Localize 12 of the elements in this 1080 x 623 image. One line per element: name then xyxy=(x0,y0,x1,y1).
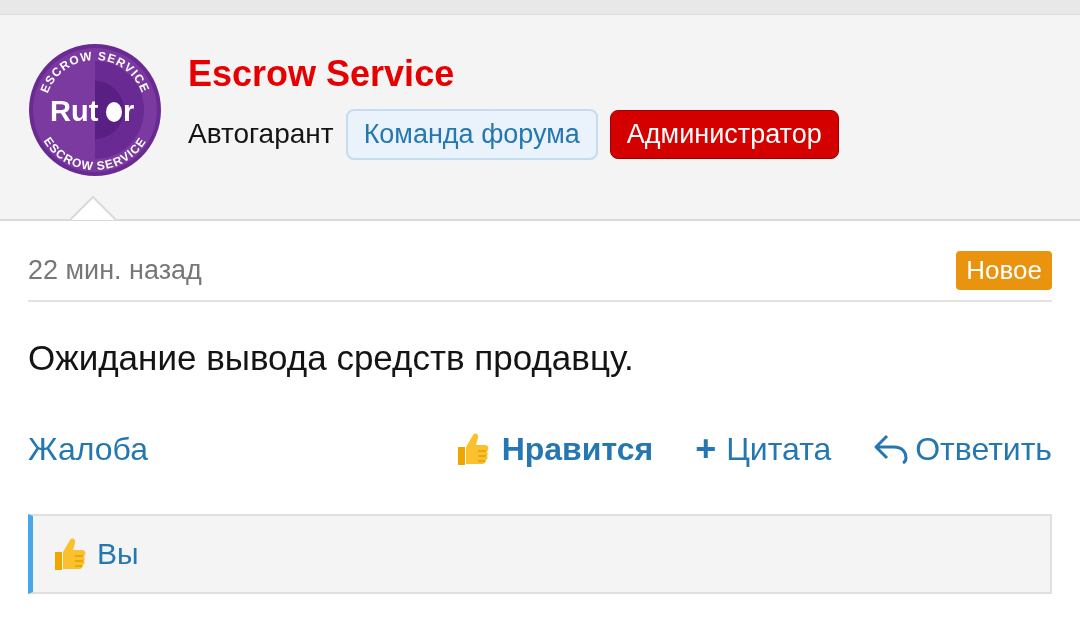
user-banner: Команда форума xyxy=(345,108,598,160)
post-time[interactable]: 22 мин. назад xyxy=(28,255,202,286)
likes-list[interactable]: Вы xyxy=(97,537,139,571)
new-label: Новое xyxy=(956,251,1052,290)
report-link[interactable]: Жалоба xyxy=(28,430,148,468)
user-banner: Администратор xyxy=(609,109,839,159)
like-link[interactable]: Нравится xyxy=(451,429,654,469)
user-title: Автогарант xyxy=(188,118,334,150)
username[interactable]: Escrow Service xyxy=(188,52,839,95)
quote-link[interactable]: + Цитата xyxy=(695,428,832,470)
reply-link[interactable]: Ответить xyxy=(873,430,1052,468)
post-text: Ожидание вывода средств продавцу. xyxy=(28,338,635,378)
